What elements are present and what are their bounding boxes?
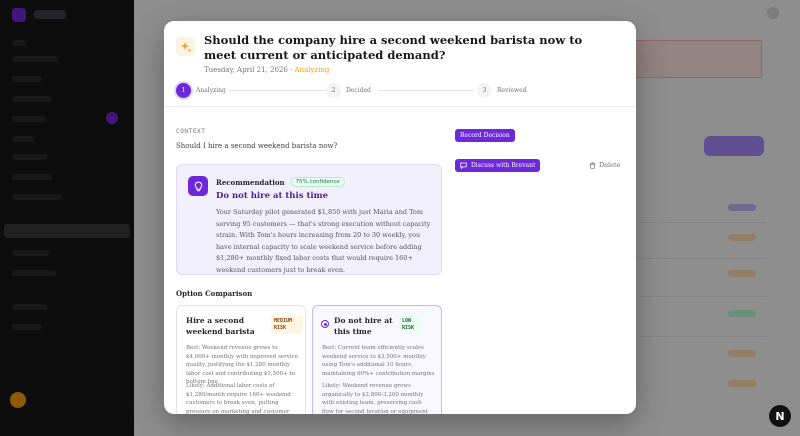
option-best-case: Best: Weekend revenue grows to $4,000+ m…: [186, 345, 298, 385]
button-label: Discuss with Brevant: [471, 162, 536, 169]
decision-title: Should the company hire a second weekend…: [204, 33, 583, 62]
meta-separator: ·: [287, 66, 295, 74]
selected-check-icon: [321, 320, 329, 328]
discuss-button[interactable]: Discuss with Brevant: [455, 159, 541, 172]
assistant-fab-button[interactable]: N: [769, 405, 791, 427]
chat-icon: [460, 162, 467, 169]
step-analyzing[interactable]: 1 Analyzing: [176, 83, 226, 98]
option-best-case: Best: Current team efficiently scales we…: [322, 345, 435, 377]
step-label: Analyzing: [196, 87, 226, 94]
lightbulb-icon: [188, 176, 208, 196]
status-label: Analyzing: [294, 66, 330, 74]
step-number: 3: [477, 83, 492, 98]
comparison-label: Option Comparison: [176, 289, 253, 298]
confidence-badge: 75% confidence: [290, 177, 345, 187]
option-title: Do not hire at this time: [334, 316, 393, 336]
step-label: Decided: [346, 87, 371, 94]
step-decided[interactable]: 2 Decided: [326, 83, 371, 98]
modal-header: Should the company hire a second weekend…: [164, 21, 636, 107]
option-title: Hire a second weekend barista: [186, 316, 255, 336]
fab-label: N: [775, 409, 785, 423]
button-label: Delete: [599, 161, 621, 169]
option-card-hire[interactable]: Hire a second weekend barista MEDIUM RIS…: [176, 305, 306, 414]
decision-meta: Tuesday, April 21, 2026 · Analyzing: [204, 66, 329, 74]
delete-button[interactable]: Delete: [589, 161, 620, 169]
step-number: 2: [326, 83, 341, 98]
progress-stepper: 1 Analyzing 2 Decided 3 Reviewed: [176, 83, 536, 99]
context-label: CONTEXT: [176, 128, 206, 135]
recommendation-card: Recommendation 75% confidence Do not hir…: [176, 164, 442, 275]
context-section: CONTEXT Should I hire a second weekend b…: [176, 128, 442, 150]
recommendation-label: Recommendation: [216, 177, 285, 187]
step-connector: [378, 90, 474, 91]
step-connector: [228, 90, 326, 91]
option-likely-case: Likely: Additional labor costs of $1,280…: [186, 383, 291, 414]
option-card-do-not-hire[interactable]: Do not hire at this time LOW RISK Best: …: [312, 305, 442, 414]
recommendation-header: Recommendation 75% confidence: [216, 177, 345, 187]
risk-badge: LOW RISK: [399, 316, 421, 333]
recommendation-title: Do not hire at this time: [216, 191, 329, 201]
record-decision-button[interactable]: Record Decision: [455, 129, 515, 142]
decision-modal: Should the company hire a second weekend…: [164, 21, 636, 414]
decision-date: Tuesday, April 21, 2026: [204, 66, 288, 74]
step-reviewed[interactable]: 3 Reviewed: [477, 83, 526, 98]
option-likely-case: Likely: Weekend revenue grows organicall…: [322, 383, 428, 414]
sparkle-icon: [176, 37, 195, 56]
step-label: Reviewed: [497, 87, 527, 94]
context-text: Should I hire a second weekend barista n…: [176, 142, 338, 150]
recommendation-text: Your Saturday pilot generated $1,850 wit…: [216, 208, 431, 274]
step-number: 1: [176, 83, 191, 98]
risk-badge: MEDIUM RISK: [271, 316, 303, 333]
trash-icon: [589, 161, 596, 169]
button-label: Record Decision: [460, 132, 510, 139]
